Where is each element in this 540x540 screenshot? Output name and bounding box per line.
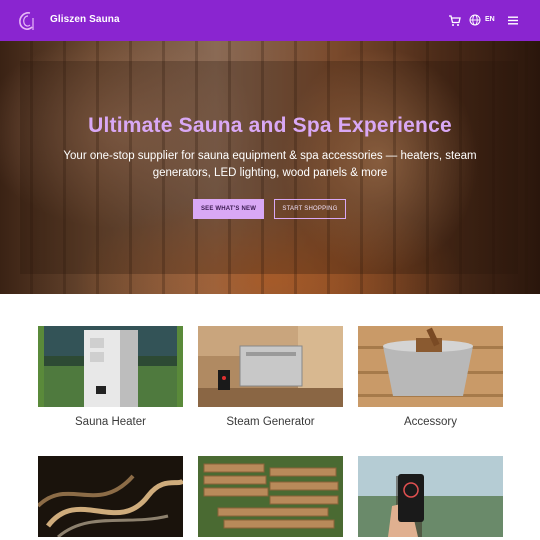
language-selector[interactable]: EN xyxy=(485,16,495,23)
cart-icon[interactable] xyxy=(448,14,461,27)
hero-title: Ultimate Sauna and Spa Experience xyxy=(88,114,452,137)
menu-icon[interactable] xyxy=(507,15,519,26)
hero-banner: Ultimate Sauna and Spa Experience Your o… xyxy=(0,41,540,294)
product-label[interactable]: Sauna Heater xyxy=(38,416,183,428)
product-label[interactable]: Accessory xyxy=(358,416,503,428)
smart-controller-image[interactable] xyxy=(358,456,503,537)
logo-icon[interactable] xyxy=(16,10,36,32)
brand-name[interactable]: Gliszen Sauna xyxy=(50,14,120,25)
product-label[interactable]: Steam Generator xyxy=(198,416,343,428)
accessory-image[interactable] xyxy=(358,326,503,407)
top-navigation-bar: Gliszen Sauna EN xyxy=(0,0,540,41)
steam-generator-image[interactable] xyxy=(198,326,343,407)
globe-icon[interactable] xyxy=(469,14,481,26)
hero-subtitle: Your one-stop supplier for sauna equipme… xyxy=(63,150,477,179)
start-shopping-button[interactable]: START SHOPPING xyxy=(274,199,346,219)
see-whats-new-button[interactable]: SEE WHAT'S NEW xyxy=(193,199,264,219)
wood-panels-image[interactable] xyxy=(198,456,343,537)
sauna-heater-image[interactable] xyxy=(38,326,183,407)
led-lighting-image[interactable] xyxy=(38,456,183,537)
